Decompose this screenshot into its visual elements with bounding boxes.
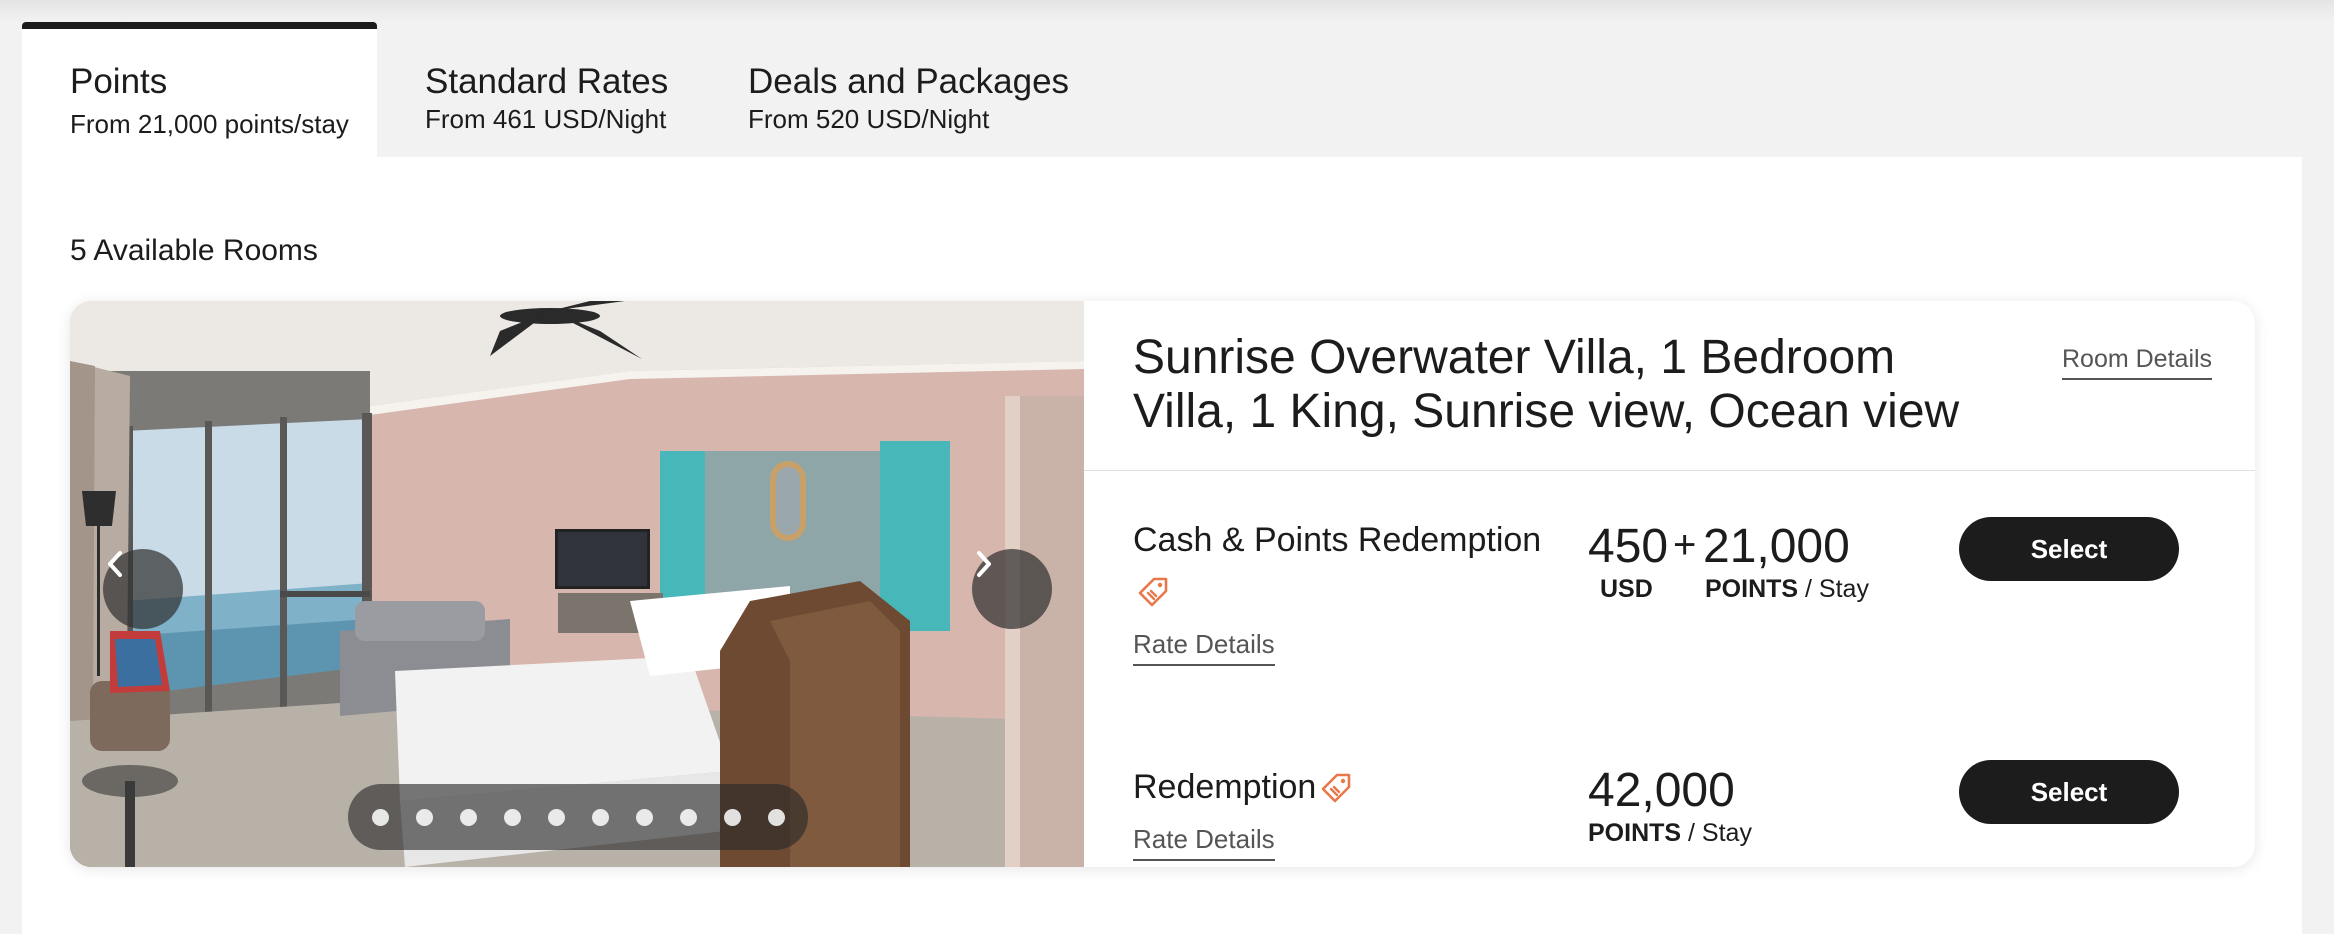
tab-points[interactable]: Points From 21,000 points/stay [22, 22, 377, 157]
carousel-dot[interactable] [547, 808, 565, 826]
carousel-dot[interactable] [371, 808, 389, 826]
room-photo [70, 301, 1084, 867]
chevron-right-icon [977, 551, 991, 577]
carousel-dot[interactable] [415, 808, 433, 826]
select-button-cash-points[interactable]: Select [1959, 517, 2179, 581]
points-unit: POINTS / Stay [1705, 575, 1869, 604]
rate-name-redemption: Redemption [1133, 768, 1317, 806]
points-unit-label: POINTS [1588, 819, 1682, 847]
tab-deals-packages-label: Deals and Packages [748, 62, 1070, 101]
cash-unit: USD [1600, 575, 1653, 603]
divider [1084, 470, 2255, 471]
carousel-prev-button[interactable] [103, 549, 183, 629]
room-photo-carousel[interactable] [70, 301, 1084, 867]
tab-deals-packages-subtitle: From 520 USD/Night [748, 104, 990, 134]
plus-sign: + [1673, 523, 1697, 567]
tab-standard-rates[interactable]: Standard Rates From 461 USD/Night [377, 22, 697, 157]
per-stay-label: / Stay [1805, 575, 1869, 603]
points-unit-label: POINTS [1705, 575, 1799, 603]
room-card: Sunrise Overwater Villa, 1 Bedroom Villa… [70, 301, 2255, 867]
carousel-dot[interactable] [503, 808, 521, 826]
rate-details-link[interactable]: Rate Details [1133, 824, 1275, 861]
points-unit: POINTS / Stay [1588, 819, 1752, 848]
rooms-panel: 5 Available Rooms Sunrise Overwater Vill… [22, 157, 2302, 934]
tab-standard-rates-label: Standard Rates [425, 62, 669, 101]
price-tag-icon [1321, 773, 1351, 803]
carousel-dot[interactable] [459, 808, 477, 826]
tab-points-subtitle: From 21,000 points/stay [70, 109, 349, 139]
carousel-next-button[interactable] [972, 549, 1052, 629]
room-title: Sunrise Overwater Villa, 1 Bedroom Villa… [1133, 331, 1960, 438]
per-stay-label: / Stay [1688, 819, 1752, 847]
carousel-pagination [348, 784, 808, 850]
carousel-dot[interactable] [679, 808, 697, 826]
tab-standard-rates-subtitle: From 461 USD/Night [425, 104, 667, 134]
rate-name-cash-points: Cash & Points Redemption [1133, 521, 1542, 559]
chevron-left-icon [108, 551, 122, 577]
top-shadow [0, 0, 2334, 22]
select-button-redemption[interactable]: Select [1959, 760, 2179, 824]
room-details-link[interactable]: Room Details [2062, 345, 2213, 380]
carousel-dot[interactable] [767, 808, 785, 826]
carousel-dot[interactable] [591, 808, 609, 826]
cash-amount: 450 [1588, 520, 1669, 573]
available-rooms-count: 5 Available Rooms [70, 234, 318, 267]
price-tag-icon [1138, 577, 1168, 607]
tab-points-label: Points [70, 62, 168, 101]
carousel-dot[interactable] [723, 808, 741, 826]
carousel-dot[interactable] [635, 808, 653, 826]
tab-deals-packages[interactable]: Deals and Packages From 520 USD/Night [700, 22, 1160, 157]
rate-details-link[interactable]: Rate Details [1133, 629, 1275, 666]
points-amount: 21,000 [1703, 520, 1850, 573]
points-amount: 42,000 [1588, 764, 1735, 817]
